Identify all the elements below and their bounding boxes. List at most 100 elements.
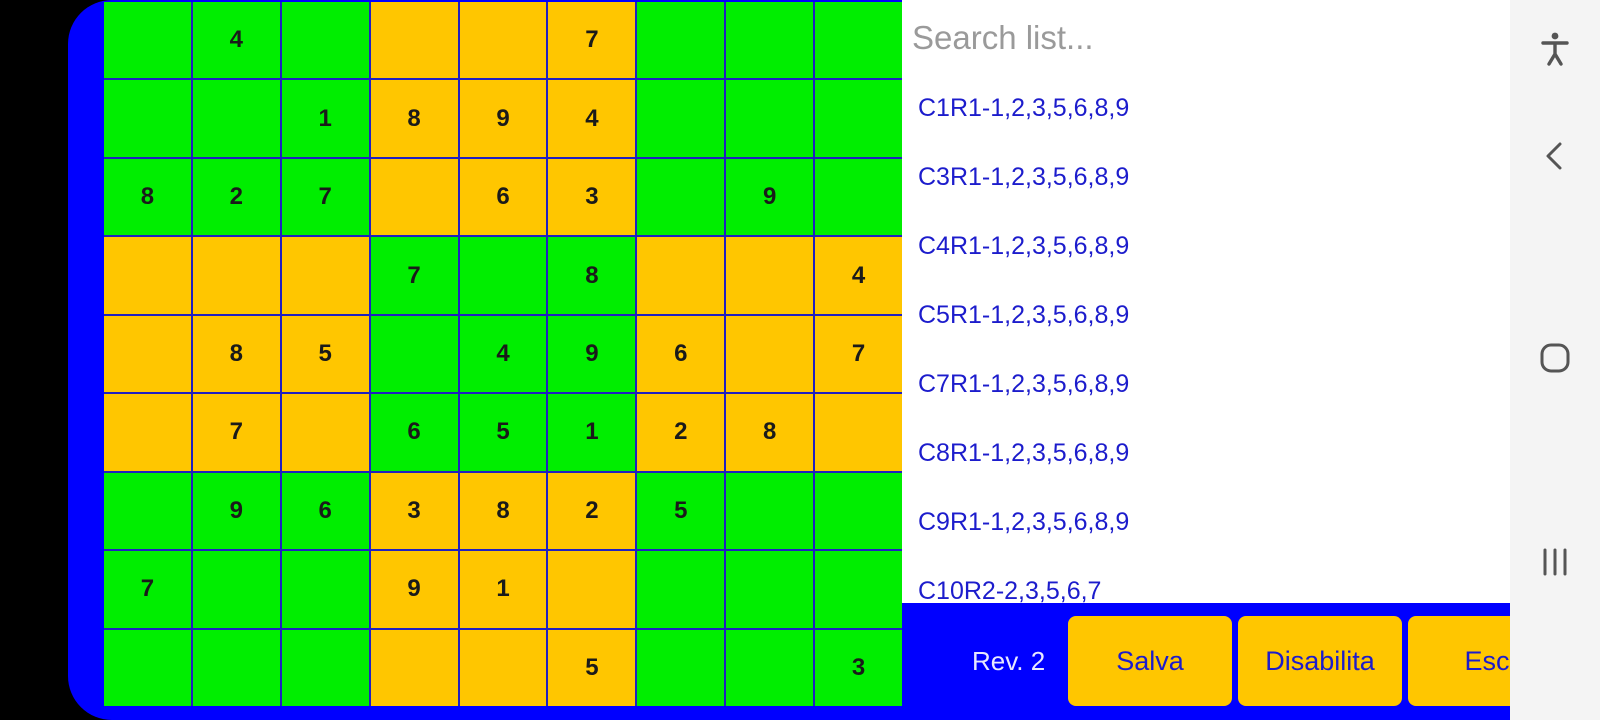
grid-cell[interactable] — [104, 394, 191, 471]
list-item[interactable]: C8R1-1,2,3,5,6,8,9 — [918, 419, 1129, 488]
grid-cell[interactable]: 6 — [637, 315, 725, 393]
grid-cell[interactable] — [104, 629, 191, 706]
grid-cell[interactable]: 8 — [192, 315, 280, 393]
grid-cell[interactable] — [104, 80, 191, 157]
grid-cell[interactable]: 5 — [548, 629, 636, 706]
grid-cell[interactable]: 6 — [370, 394, 458, 471]
grid-cell[interactable] — [548, 551, 636, 628]
grid-cell[interactable] — [637, 551, 725, 628]
list-item[interactable]: C3R1-1,2,3,5,6,8,9 — [918, 143, 1129, 212]
grid-cell[interactable]: 2 — [548, 472, 636, 550]
grid-cell[interactable]: 7 — [548, 2, 636, 79]
grid-cell[interactable]: 7 — [281, 158, 369, 236]
grid-cell[interactable] — [281, 551, 369, 628]
grid-cell[interactable]: 4 — [192, 2, 280, 79]
grid-cell[interactable]: 9 — [459, 80, 547, 157]
grid-cell[interactable] — [637, 158, 725, 236]
grid-cell[interactable]: 5 — [281, 315, 369, 393]
grid-cell[interactable]: 3 — [370, 472, 458, 550]
grid-cell[interactable] — [637, 237, 725, 314]
grid-cell[interactable] — [459, 237, 547, 314]
bottom-bar: Rev. 2 Salva Disabilita Esci — [902, 603, 1510, 720]
grid-cell[interactable] — [104, 237, 191, 314]
grid-cell[interactable] — [192, 551, 280, 628]
disable-button[interactable]: Disabilita — [1238, 616, 1402, 706]
grid-cell[interactable] — [370, 629, 458, 706]
grid-cell[interactable]: 4 — [548, 80, 636, 157]
grid-cell[interactable] — [815, 158, 902, 236]
grid-cell[interactable]: 7 — [815, 315, 902, 393]
grid-cell[interactable]: 8 — [104, 158, 191, 236]
grid-cell[interactable] — [726, 629, 814, 706]
grid-cell[interactable] — [281, 2, 369, 79]
grid-cell[interactable] — [637, 629, 725, 706]
list-item[interactable]: C5R1-1,2,3,5,6,8,9 — [918, 281, 1129, 350]
grid-cell[interactable]: 2 — [637, 394, 725, 471]
grid-cell[interactable] — [815, 551, 902, 628]
recents-icon[interactable] — [1535, 542, 1575, 582]
search-input[interactable] — [912, 10, 1510, 66]
grid-cell[interactable] — [281, 394, 369, 471]
grid-cell[interactable] — [192, 629, 280, 706]
grid-cell[interactable]: 9 — [548, 315, 636, 393]
grid-cell[interactable]: 9 — [370, 551, 458, 628]
grid-cell[interactable] — [815, 80, 902, 157]
back-icon[interactable] — [1535, 136, 1575, 176]
candidates-list[interactable]: C1R1-1,2,3,5,6,8,9 C3R1-1,2,3,5,6,8,9 C4R1… — [918, 74, 1129, 603]
grid-cell[interactable] — [104, 472, 191, 550]
grid-cell[interactable]: 2 — [192, 158, 280, 236]
grid-cell[interactable]: 8 — [459, 472, 547, 550]
grid-cell[interactable] — [815, 2, 902, 79]
grid-cell[interactable]: 8 — [370, 80, 458, 157]
grid-cell[interactable] — [726, 551, 814, 628]
grid-cell[interactable] — [192, 237, 280, 314]
grid-cell[interactable] — [637, 80, 725, 157]
grid-cell[interactable]: 8 — [726, 394, 814, 471]
grid-cell[interactable]: 7 — [192, 394, 280, 471]
save-button[interactable]: Salva — [1068, 616, 1232, 706]
grid-cell[interactable] — [192, 80, 280, 157]
grid-cell[interactable]: 4 — [815, 237, 902, 314]
grid-cell[interactable] — [637, 2, 725, 79]
grid-cell[interactable] — [815, 394, 902, 471]
grid-cell[interactable] — [726, 237, 814, 314]
home-icon[interactable] — [1535, 338, 1575, 378]
grid-cell[interactable]: 6 — [281, 472, 369, 550]
grid-cell[interactable]: 9 — [192, 472, 280, 550]
accessibility-icon[interactable] — [1535, 28, 1575, 68]
grid-cell[interactable] — [815, 472, 902, 550]
grid-cell[interactable]: 3 — [815, 629, 902, 706]
grid-cell[interactable]: 5 — [459, 394, 547, 471]
grid-cell[interactable] — [726, 315, 814, 393]
grid-cell[interactable] — [370, 315, 458, 393]
grid-cell[interactable] — [281, 237, 369, 314]
grid-cell[interactable] — [459, 2, 547, 79]
grid-cell[interactable]: 8 — [548, 237, 636, 314]
grid-cell[interactable]: 4 — [459, 315, 547, 393]
grid-cell[interactable]: 6 — [459, 158, 547, 236]
exit-button[interactable]: Esci — [1408, 616, 1510, 706]
grid-cell[interactable] — [459, 629, 547, 706]
grid-cell[interactable] — [104, 2, 191, 79]
grid-cell[interactable]: 1 — [281, 80, 369, 157]
grid-cell[interactable] — [370, 158, 458, 236]
grid-cell[interactable] — [281, 629, 369, 706]
grid-cell[interactable]: 1 — [548, 394, 636, 471]
list-item[interactable]: C9R1-1,2,3,5,6,8,9 — [918, 488, 1129, 557]
list-panel: C1R1-1,2,3,5,6,8,9C3R1-1,2,3,5,6,8,9C4R1… — [902, 0, 1510, 603]
grid-cell[interactable] — [370, 2, 458, 79]
grid-cell[interactable] — [726, 2, 814, 79]
list-item[interactable]: C4R1-1,2,3,5,6,8,9 — [918, 212, 1129, 281]
list-item[interactable]: C7R1-1,2,3,5,6,8,9 — [918, 350, 1129, 419]
grid-cell[interactable]: 7 — [104, 551, 191, 628]
grid-cell[interactable]: 3 — [548, 158, 636, 236]
grid-cell[interactable] — [726, 472, 814, 550]
grid-cell[interactable]: 5 — [637, 472, 725, 550]
grid-cell[interactable] — [104, 315, 191, 393]
list-item[interactable]: C10R2-2,3,5,6,7 — [918, 557, 1129, 603]
list-item[interactable]: C1R1-1,2,3,5,6,8,9 — [918, 74, 1129, 143]
grid-cell[interactable] — [726, 80, 814, 157]
grid-cell[interactable]: 9 — [726, 158, 814, 236]
grid-cell[interactable]: 7 — [370, 237, 458, 314]
grid-cell[interactable]: 1 — [459, 551, 547, 628]
